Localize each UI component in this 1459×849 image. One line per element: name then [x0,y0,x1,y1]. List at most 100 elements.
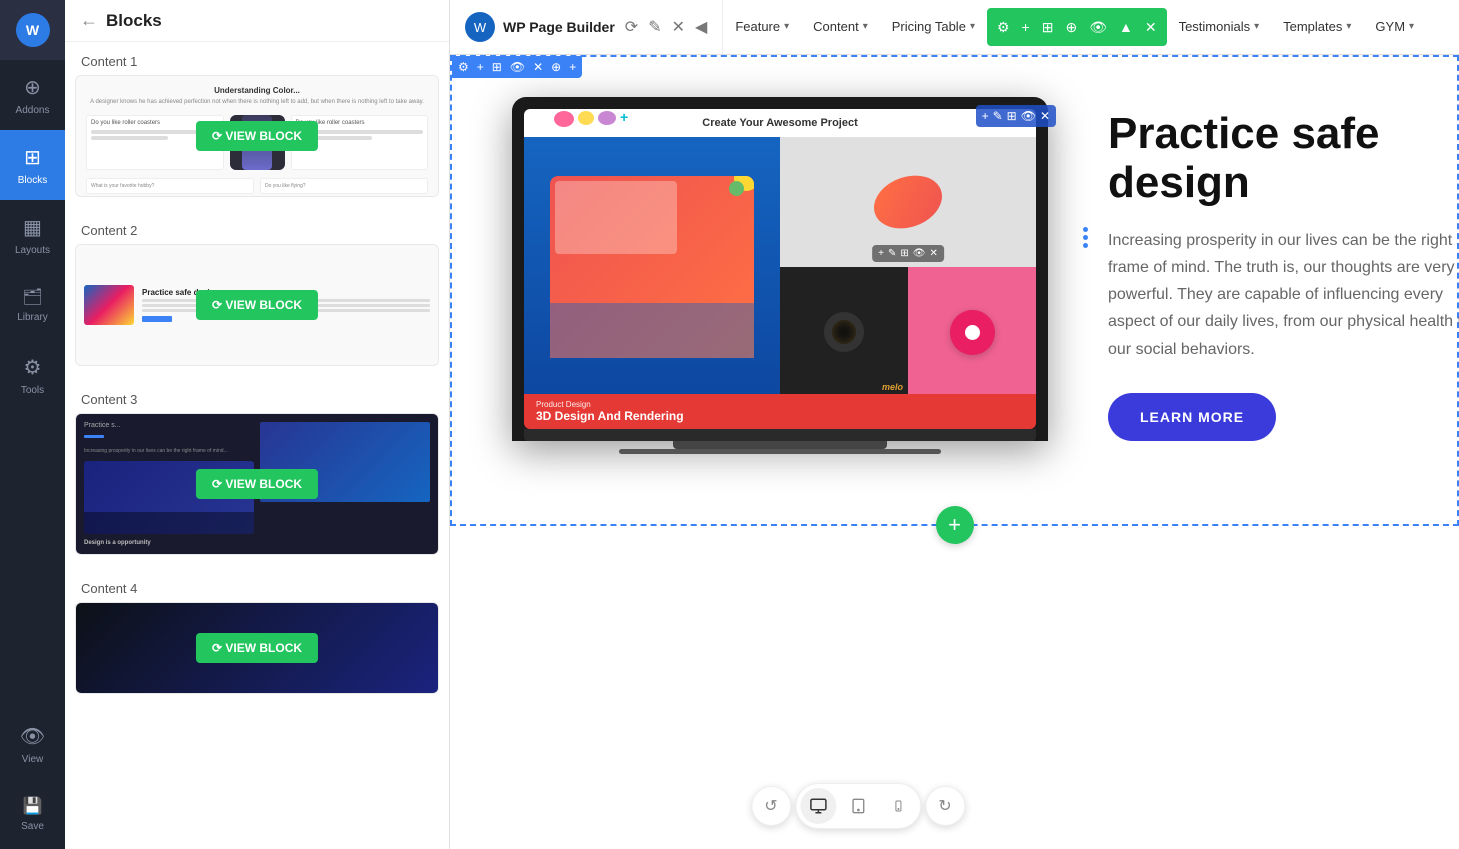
nav-item-content[interactable]: Content ▾ [801,0,880,54]
block-copy-icon[interactable]: ⊞ [490,58,504,76]
col-delete-icon[interactable]: ✕ [1040,109,1050,123]
content2-section-title: Content 2 [75,211,439,244]
content3-preview: Practice s... Increasing prosperity in o… [76,414,438,554]
toolbar-plus-icon[interactable]: + [1018,17,1034,37]
three-dots [1083,227,1088,248]
sidebar-item-layouts[interactable]: ▦ Layouts [0,200,65,270]
back-arrow-icon[interactable]: ← [80,10,98,31]
laptop-right-bottom: melo [780,267,1036,397]
close-icon[interactable]: ✕ [672,17,685,37]
col-edit-icon[interactable]: ✎ [993,109,1003,123]
blocks-icon: ⊞ [24,145,41,170]
content4-preview: Content 4 Preview ⟳ VIEW BLOCK [76,603,438,693]
sidebar-label-addons: Addons [16,105,50,116]
sidebar-item-view[interactable]: 👁 View [0,709,65,779]
add-block-area: + [452,494,1457,524]
col-copy-icon[interactable]: ⊞ [1007,109,1017,123]
sidebar-item-save[interactable]: 💾 Save [0,779,65,849]
content3-design-label: Design is a opportunity [84,540,254,546]
inner-toolbar: + ✎ ⊞ 👁 ✕ [872,245,944,262]
refresh-icon[interactable]: ⟳ [625,17,638,37]
sidebar-label-layouts: Layouts [15,245,50,256]
laptop-left-panel [524,137,780,397]
content2-laptop-img [84,285,134,325]
toolbar-up-icon[interactable]: ▲ [1115,17,1137,37]
block-settings-icon[interactable]: ⚙ [456,58,471,76]
laptop-top-bar: + Create Your Awesome Project [524,109,1036,137]
content3-block-item[interactable]: Practice s... Increasing prosperity in o… [75,413,439,555]
add-block-button[interactable]: + [936,506,974,544]
laptop-right-bottom-left: melo [780,267,908,397]
selected-block: ⚙ + ⊞ 👁 ✕ ⊕ + + ✎ ⊞ [450,55,1459,526]
learn-more-button[interactable]: LEARN MORE [1108,393,1276,441]
content1-preview: Understanding Color... A designer knows … [76,76,438,196]
content3-section-title: Content 3 [75,380,439,413]
sidebar-item-tools[interactable]: ⚙ Tools [0,340,65,410]
block-grid-icon[interactable]: ⊕ [549,58,563,76]
content3-view-block-btn[interactable]: ⟳ VIEW BLOCK [196,469,318,499]
product-label: Product Design [536,400,1024,409]
content1-section-title: Content 1 [75,42,439,75]
inner-delete2-icon[interactable]: ✕ [929,248,937,259]
undo-button[interactable]: ↺ [751,786,791,826]
content2-view-block-btn[interactable]: ⟳ VIEW BLOCK [196,290,318,320]
content-section: + ✎ ⊞ 👁 ✕ [452,57,1457,494]
content-body-wrapper: Increasing prosperity in our lives can b… [1108,227,1459,363]
toolbar-grid-icon[interactable]: ⊕ [1061,17,1081,38]
view-mode-group [795,783,921,829]
header-app-logo: W [465,12,495,42]
content1-view-block-btn[interactable]: ⟳ VIEW BLOCK [196,121,318,151]
inner-eye-icon[interactable]: 👁 [913,248,926,259]
laptop-screen: + Create Your Awesome Project [524,109,1036,429]
toolbar-settings-icon[interactable]: ⚙ [993,17,1014,38]
laptop-right-panels: + ✎ ⊞ 👁 ✕ [780,137,1036,397]
toolbar-eye-icon[interactable]: 👁 [1085,17,1111,38]
nav-item-templates[interactable]: Templates ▾ [1271,0,1363,54]
nav-item-testimonials[interactable]: Testimonials ▾ [1167,0,1272,54]
col-add-icon[interactable]: + [982,109,989,123]
sidebar-label-tools: Tools [21,385,44,396]
block-add-icon[interactable]: + [475,58,486,76]
sidebar-item-blocks[interactable]: ⊞ Blocks [0,130,65,200]
toolbar-copy-icon[interactable]: ⊞ [1038,17,1058,38]
dot-2 [1083,235,1088,240]
layouts-icon: ▦ [23,215,42,240]
inner-edit-icon[interactable]: ✎ [888,248,896,259]
bottom-toolbar: ↺ ↻ [751,783,965,829]
block-delete-icon[interactable]: ✕ [531,58,545,76]
sidebar-item-addons[interactable]: ⊕ Addons [0,60,65,130]
block-eye-icon[interactable]: 👁 [508,58,527,76]
content2-block-item[interactable]: Practice safe design ⟳ VIEW BLOCK [75,244,439,366]
content3-label1: Practice s... [84,422,254,429]
column-toolbar: + ✎ ⊞ 👁 ✕ [976,105,1056,127]
laptop-right-bottom-right [908,267,1036,397]
addons-icon: ⊕ [24,75,41,100]
decorative-shapes: + [554,111,628,127]
inner-add-icon[interactable]: + [878,248,884,259]
block-plus2-icon[interactable]: + [567,58,578,76]
inner-copy-icon[interactable]: ⊞ [900,248,908,259]
content3-underline [84,435,104,438]
content4-section-title: Content 4 [75,569,439,602]
redo-button[interactable]: ↻ [925,786,965,826]
nav-item-pricing[interactable]: Pricing Table ▾ [880,0,987,54]
nav-item-feature[interactable]: Feature ▾ [723,0,801,54]
content-body: Increasing prosperity in our lives can b… [1108,227,1459,363]
nav-item-gym[interactable]: GYM ▾ [1363,0,1426,54]
nav-menu: Feature ▾ Content ▾ Pricing Table ▾ ⚙ + … [723,0,1459,54]
laptop-foot [619,449,941,454]
content4-block-item[interactable]: Content 4 Preview ⟳ VIEW BLOCK [75,602,439,694]
mobile-view-button[interactable] [880,788,916,824]
content4-view-block-btn[interactable]: ⟳ VIEW BLOCK [196,633,318,663]
tablet-view-button[interactable] [840,788,876,824]
desktop-view-button[interactable] [800,788,836,824]
edit-icon[interactable]: ✎ [648,17,661,37]
preview-card-4: Do you like flying? [260,178,428,194]
col-eye-icon[interactable]: 👁 [1021,109,1036,123]
toolbar-delete-icon[interactable]: ✕ [1141,17,1161,38]
content1-block-item[interactable]: Understanding Color... A designer knows … [75,75,439,197]
sidebar-item-library[interactable]: 🗂 Library [0,270,65,340]
canvas-area: ⚙ + ⊞ 👁 ✕ ⊕ + + ✎ ⊞ [450,55,1459,849]
pricing-chevron: ▾ [970,21,975,32]
collapse-icon[interactable]: ◀ [695,17,707,37]
